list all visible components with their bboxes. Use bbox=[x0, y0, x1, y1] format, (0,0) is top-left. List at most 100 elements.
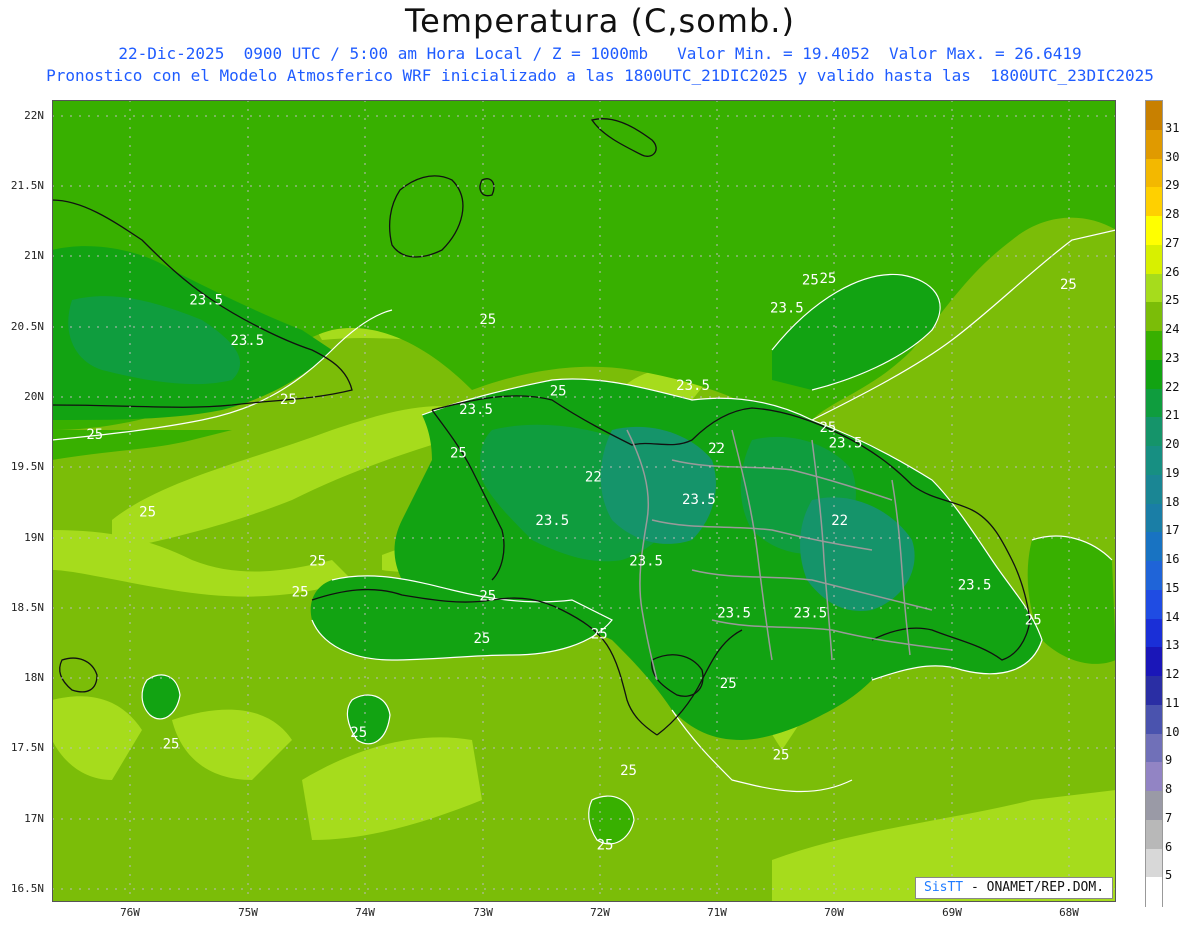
legend-label: 18 bbox=[1165, 494, 1180, 509]
legend-label: 9 bbox=[1165, 753, 1173, 768]
legend-label: 8 bbox=[1165, 782, 1173, 796]
lat-tick-label: 20.5N bbox=[10, 320, 44, 333]
contour-label: 25 bbox=[720, 676, 737, 692]
legend-label: 10 bbox=[1165, 724, 1180, 739]
contour-label: 23.5 bbox=[829, 436, 863, 452]
contour-label: 25 bbox=[597, 837, 614, 853]
legend-color-box bbox=[1146, 618, 1162, 648]
legend-label: 17 bbox=[1165, 523, 1180, 538]
lon-tick-label: 75W bbox=[238, 906, 258, 919]
contour-label: 23.5 bbox=[230, 333, 264, 349]
legend-color-box bbox=[1146, 359, 1162, 389]
legend-label: 19 bbox=[1165, 465, 1180, 480]
contour-label: 25 bbox=[773, 747, 790, 763]
contour-label: 25 bbox=[479, 312, 496, 328]
contour-label: 25 bbox=[163, 736, 180, 752]
legend-label: 15 bbox=[1165, 580, 1180, 595]
contour-label: 25 bbox=[802, 273, 819, 289]
sispi-logo-text: SisTT bbox=[924, 880, 964, 895]
contour-label: 25 bbox=[86, 427, 103, 443]
legend-label: 12 bbox=[1165, 667, 1180, 681]
lon-tick-label: 76W bbox=[120, 906, 140, 919]
legend-color-box bbox=[1146, 503, 1162, 533]
contour-label: 25 bbox=[591, 627, 608, 643]
contour-label: 23.5 bbox=[717, 606, 751, 622]
legend-color-box bbox=[1146, 474, 1162, 504]
legend-color-box bbox=[1146, 101, 1162, 131]
map-subtitle-model-info: Pronostico con el Modelo Atmosferico WRF… bbox=[46, 66, 1154, 85]
legend-color-box bbox=[1146, 244, 1162, 274]
contour-label: 25 bbox=[473, 631, 490, 647]
legend-color-box bbox=[1146, 388, 1162, 418]
legend-label: 28 bbox=[1165, 207, 1180, 221]
lon-tick-label: 73W bbox=[473, 906, 493, 919]
legend-color-box bbox=[1146, 129, 1162, 159]
legend-label: 6 bbox=[1165, 839, 1173, 854]
contour-label: 25 bbox=[820, 271, 837, 287]
contour-label: 23.5 bbox=[682, 492, 716, 508]
contour-label: 22 bbox=[585, 469, 602, 485]
map-title: Temperatura (C,somb.) bbox=[405, 2, 795, 40]
legend-color-box bbox=[1146, 446, 1162, 476]
lat-tick-label: 21N bbox=[24, 249, 44, 262]
legend-color-box bbox=[1146, 158, 1162, 188]
contour-label: 25 bbox=[280, 392, 297, 408]
lat-tick-label: 20N bbox=[24, 390, 44, 403]
legend-label: 20 bbox=[1165, 437, 1180, 451]
legend-label: 22 bbox=[1165, 379, 1180, 394]
legend-color-box bbox=[1146, 647, 1162, 677]
contour-label: 25 bbox=[450, 445, 467, 461]
legend-color-box bbox=[1146, 561, 1162, 591]
legend-color-box bbox=[1146, 273, 1162, 303]
lon-tick-label: 68W bbox=[1059, 906, 1079, 919]
legend-color-box bbox=[1146, 762, 1162, 792]
contour-label: 22 bbox=[831, 513, 848, 529]
legend-label: 11 bbox=[1165, 695, 1180, 710]
contour-label: 25 bbox=[292, 585, 309, 601]
legend-color-box bbox=[1146, 704, 1162, 734]
legend-color-box bbox=[1146, 791, 1162, 821]
contour-label: 22 bbox=[708, 441, 725, 457]
contour-label: 23.5 bbox=[793, 606, 827, 622]
legend-label: 25 bbox=[1165, 293, 1180, 308]
contour-label: 25 bbox=[139, 504, 156, 520]
lon-tick-label: 71W bbox=[707, 906, 727, 919]
legend-color-box bbox=[1146, 216, 1162, 246]
contour-label: 25 bbox=[620, 763, 637, 779]
legend-label: 21 bbox=[1165, 408, 1180, 423]
legend-color-box bbox=[1146, 331, 1162, 361]
contour-label: 25 bbox=[550, 384, 567, 400]
lat-tick-label: 18.5N bbox=[10, 601, 44, 614]
legend-color-box bbox=[1146, 302, 1162, 332]
lat-tick-label: 19N bbox=[24, 531, 44, 544]
lat-tick-label: 16.5N bbox=[10, 882, 44, 895]
lon-tick-label: 69W bbox=[942, 906, 962, 919]
legend-color-box bbox=[1146, 417, 1162, 447]
temperature-map: 23.523.525252523.525 23.525 25 2523.5252222… bbox=[52, 100, 1116, 902]
legend-color-box bbox=[1146, 848, 1162, 878]
contour-label: 25 bbox=[1060, 277, 1077, 293]
lon-tick-label: 70W bbox=[824, 906, 844, 919]
legend-color-box bbox=[1146, 733, 1162, 763]
legend-color-box bbox=[1146, 819, 1162, 849]
legend-label: 13 bbox=[1165, 638, 1180, 653]
legend-label: 27 bbox=[1165, 235, 1180, 250]
contour-label: 25 bbox=[309, 554, 326, 570]
legend-label: 24 bbox=[1165, 322, 1180, 336]
lat-tick-label: 18N bbox=[24, 671, 44, 684]
lat-tick-label: 19.5N bbox=[10, 460, 44, 473]
legend-color-box bbox=[1146, 187, 1162, 217]
contour-label: 23.5 bbox=[770, 301, 804, 317]
lat-tick-label: 21.5N bbox=[10, 179, 44, 192]
color-legend bbox=[1145, 100, 1163, 907]
lat-tick-label: 17.5N bbox=[10, 741, 44, 754]
legend-color-box bbox=[1146, 589, 1162, 619]
legend-color-box bbox=[1146, 676, 1162, 706]
onamet-credit: SisTT - ONAMET/REP.DOM. bbox=[915, 877, 1114, 899]
contour-label: 23.5 bbox=[189, 292, 223, 308]
legend-label: 26 bbox=[1165, 264, 1180, 279]
contour-label: 23.5 bbox=[535, 513, 569, 529]
legend-label: 31 bbox=[1165, 120, 1180, 135]
legend-label: 29 bbox=[1165, 178, 1180, 193]
contour-label: 25 bbox=[820, 420, 837, 436]
